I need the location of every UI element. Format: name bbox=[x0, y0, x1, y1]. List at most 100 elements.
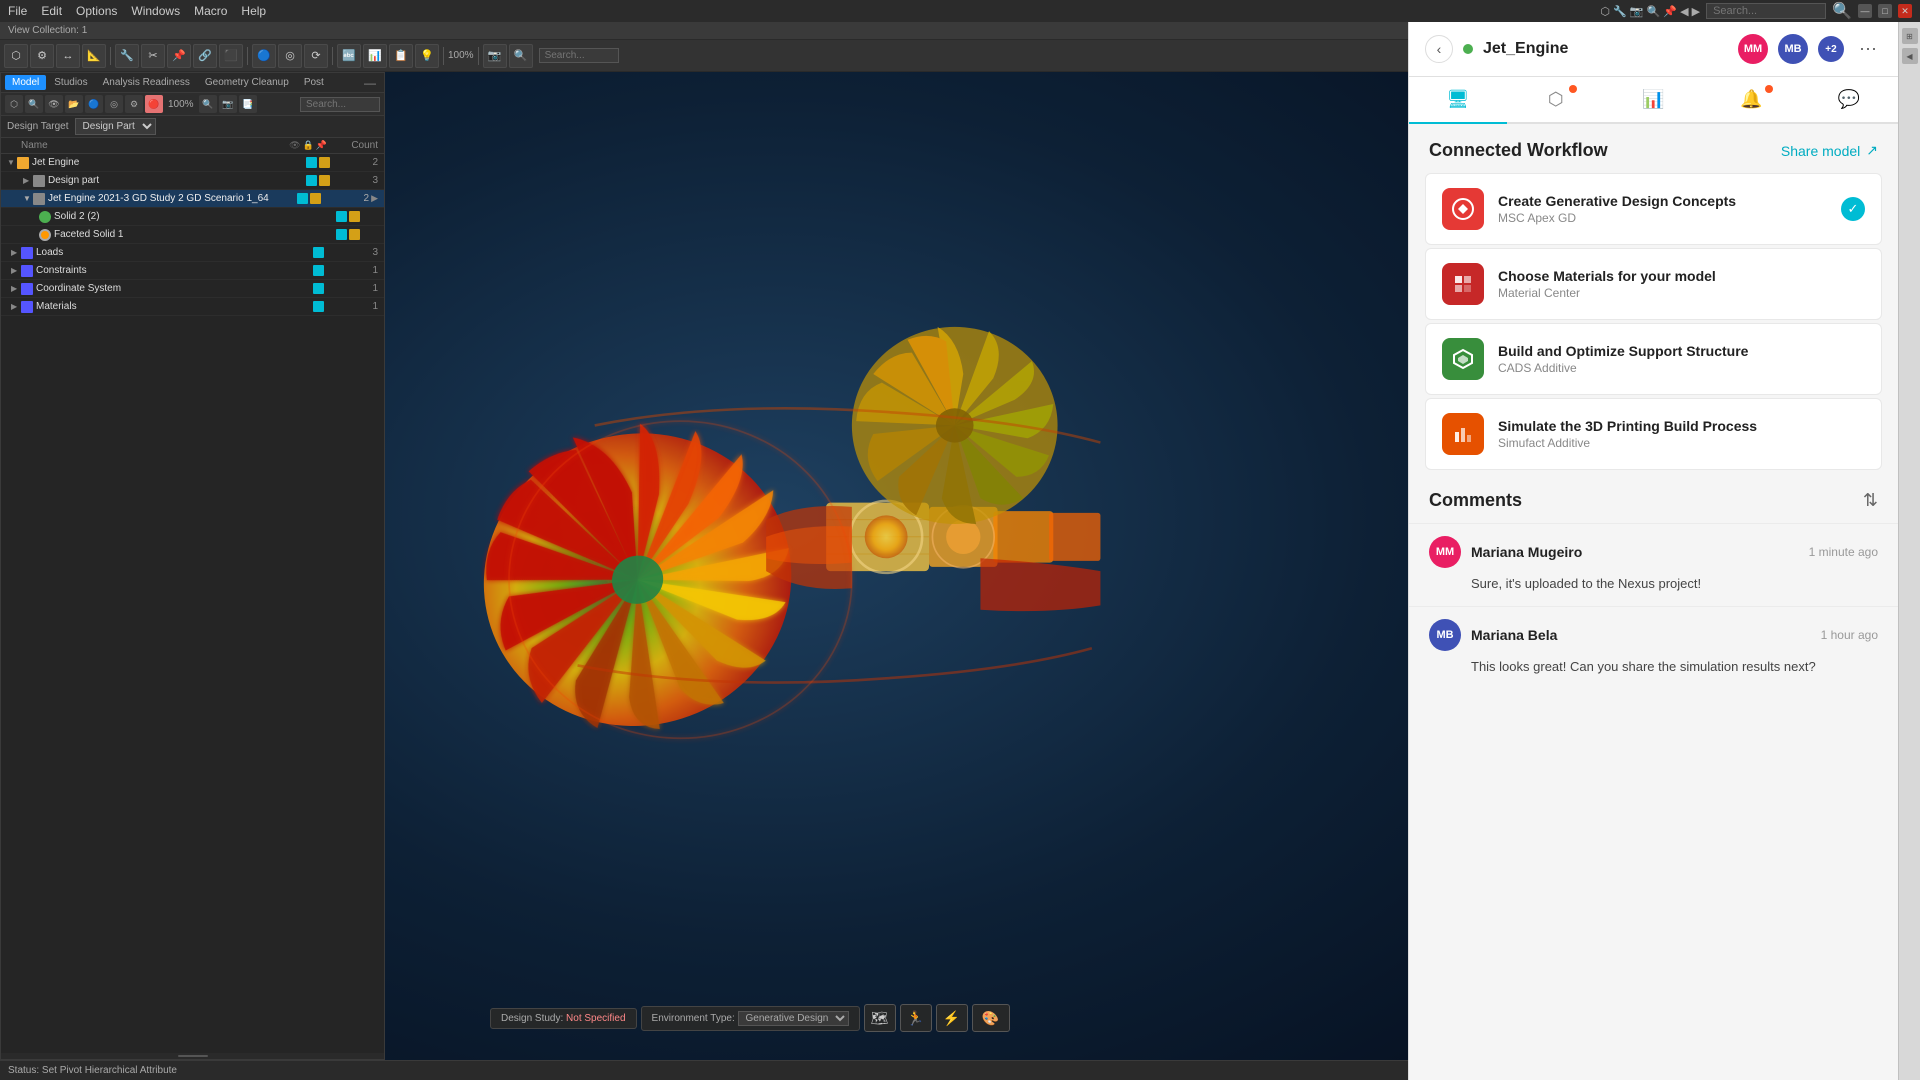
zoom-level: 100% bbox=[448, 50, 474, 61]
comment-avatar-mb[interactable]: MB bbox=[1429, 619, 1461, 651]
expand-arrow[interactable]: ▼ bbox=[23, 194, 33, 203]
sort-button[interactable]: ⇅ bbox=[1863, 490, 1878, 511]
toolbar-sep-3 bbox=[332, 47, 333, 65]
workflow-card-mc[interactable]: Choose Materials for your model Material… bbox=[1425, 248, 1882, 320]
menu-options[interactable]: Options bbox=[76, 4, 117, 18]
search-input[interactable] bbox=[1706, 3, 1826, 19]
tree-row[interactable]: Faceted Solid 1 bbox=[1, 226, 384, 244]
tab-geometry[interactable]: Geometry Cleanup bbox=[198, 75, 296, 90]
toolbar-icon-10[interactable]: 🔵 bbox=[252, 44, 276, 68]
bottom-icon-btn-1[interactable]: 🗺 bbox=[864, 1004, 896, 1032]
toolbar-icon-11[interactable]: ◎ bbox=[278, 44, 302, 68]
expand-arrow[interactable]: ▶ bbox=[11, 284, 21, 293]
toolbar-icon-16[interactable]: 💡 bbox=[415, 44, 439, 68]
tab-grid[interactable]: ⬡ bbox=[1507, 77, 1605, 122]
toolbar-icon-12[interactable]: ⟳ bbox=[304, 44, 328, 68]
tree-tool-8[interactable]: 🔴 bbox=[145, 95, 163, 113]
expand-arrow[interactable]: ▶ bbox=[11, 302, 21, 311]
design-target-select[interactable]: Design Part bbox=[75, 118, 156, 135]
toolbar-icon-4[interactable]: 📐 bbox=[82, 44, 106, 68]
toolbar-icon-15[interactable]: 📋 bbox=[389, 44, 413, 68]
tree-count: 3 bbox=[348, 247, 378, 258]
tree-tool-layers[interactable]: 📑 bbox=[239, 95, 257, 113]
tree-close-btn[interactable]: — bbox=[360, 76, 380, 90]
tab-studios[interactable]: Studios bbox=[47, 75, 94, 90]
toolbar-icon-14[interactable]: 📊 bbox=[363, 44, 387, 68]
tree-tool-3[interactable]: 👁 bbox=[45, 95, 63, 113]
toolbar-icon-6[interactable]: ✂ bbox=[141, 44, 165, 68]
avatar-mb[interactable]: MB bbox=[1778, 34, 1808, 64]
comment-avatar-mm[interactable]: MM bbox=[1429, 536, 1461, 568]
toolbar-icon-13[interactable]: 🔤 bbox=[337, 44, 361, 68]
tree-resize-handle[interactable] bbox=[1, 1053, 384, 1059]
comment-text-1: Sure, it's uploaded to the Nexus project… bbox=[1471, 574, 1878, 594]
tree-toolbar: ⬡ 🔍 👁 📂 🔵 ◎ ⚙ 🔴 100% 🔍 📷 📑 bbox=[1, 93, 384, 116]
display-tab-icon: 🖥 bbox=[1446, 89, 1469, 110]
tab-post[interactable]: Post bbox=[297, 75, 331, 90]
tree-row[interactable]: ▶ Constraints 1 bbox=[1, 262, 384, 280]
tab-model[interactable]: Model bbox=[5, 75, 46, 90]
toolbar-icon-3[interactable]: ↔ bbox=[56, 44, 80, 68]
toolbar-icon-5[interactable]: 🔧 bbox=[115, 44, 139, 68]
expand-arrow[interactable]: ▼ bbox=[7, 158, 17, 167]
tab-analysis[interactable]: Analysis Readiness bbox=[96, 75, 197, 90]
expand-arrow[interactable]: ▶ bbox=[11, 266, 21, 275]
back-button[interactable]: ‹ bbox=[1425, 35, 1453, 63]
toolbar-icon-18[interactable]: 🔍 bbox=[509, 44, 533, 68]
tree-tool-7[interactable]: ⚙ bbox=[125, 95, 143, 113]
share-model-button[interactable]: Share model ↗ bbox=[1781, 142, 1878, 159]
avatar-mm[interactable]: MM bbox=[1738, 34, 1768, 64]
workflow-card-gd[interactable]: Create Generative Design Concepts MSC Ap… bbox=[1425, 173, 1882, 245]
tree-tool-camera[interactable]: 📷 bbox=[219, 95, 237, 113]
win-minimize[interactable]: — bbox=[1858, 4, 1872, 18]
bottom-icon-btn-4[interactable]: 🎨 bbox=[972, 1004, 1010, 1032]
tree-tool-zoom[interactable]: 🔍 bbox=[199, 95, 217, 113]
tab-bell[interactable]: 🔔 bbox=[1702, 77, 1800, 122]
bottom-icon-btn-2[interactable]: 🏃 bbox=[900, 1004, 932, 1032]
tree-row[interactable]: ▶ Loads 3 bbox=[1, 244, 384, 262]
tree-row[interactable]: Solid 2 (2) bbox=[1, 208, 384, 226]
menu-help[interactable]: Help bbox=[241, 4, 266, 18]
tree-tool-2[interactable]: 🔍 bbox=[25, 95, 43, 113]
env-type-select[interactable]: Generative Design bbox=[738, 1011, 849, 1026]
workflow-card-sa[interactable]: Simulate the 3D Printing Build Process S… bbox=[1425, 398, 1882, 470]
tree-tool-5[interactable]: 🔵 bbox=[85, 95, 103, 113]
rsb-icon-1[interactable]: ⊞ bbox=[1902, 28, 1918, 44]
rsb-icon-2[interactable]: ◀ bbox=[1902, 48, 1918, 64]
search-icon[interactable]: 🔍 bbox=[1832, 1, 1852, 21]
toolbar-icon-8[interactable]: 🔗 bbox=[193, 44, 217, 68]
tab-chat[interactable]: 💬 bbox=[1800, 77, 1898, 122]
tree-node-label: Jet Engine 2021-3 GD Study 2 GD Scenario… bbox=[48, 193, 279, 204]
search-toolbar-input[interactable] bbox=[539, 48, 619, 63]
tree-row[interactable]: ▶ Coordinate System 1 bbox=[1, 280, 384, 298]
comment-time-1: 1 minute ago bbox=[1809, 545, 1878, 559]
toolbar-icon-7[interactable]: 📌 bbox=[167, 44, 191, 68]
tab-display[interactable]: 🖥 bbox=[1409, 77, 1507, 124]
expand-arrow[interactable]: ▶ bbox=[11, 248, 21, 257]
menu-macro[interactable]: Macro bbox=[194, 4, 227, 18]
tree-tool-1[interactable]: ⬡ bbox=[5, 95, 23, 113]
toolbar-icon-1[interactable]: ⬡ bbox=[4, 44, 28, 68]
tree-row[interactable]: ▶ Design part 3 bbox=[1, 172, 384, 190]
win-maximize[interactable]: □ bbox=[1878, 4, 1892, 18]
plus-badge[interactable]: +2 bbox=[1818, 36, 1844, 62]
workflow-card-ca[interactable]: Build and Optimize Support Structure CAD… bbox=[1425, 323, 1882, 395]
win-close[interactable]: ✕ bbox=[1898, 4, 1912, 18]
tree-tool-6[interactable]: ◎ bbox=[105, 95, 123, 113]
bottom-icon-btn-3[interactable]: ⚡ bbox=[936, 1004, 968, 1032]
tree-row[interactable]: ▼ Jet Engine 2 bbox=[1, 154, 384, 172]
menu-file[interactable]: File bbox=[8, 4, 27, 18]
tree-tool-4[interactable]: 📂 bbox=[65, 95, 83, 113]
wf-title-gd: Create Generative Design Concepts bbox=[1498, 193, 1827, 209]
tree-row[interactable]: ▶ Materials 1 bbox=[1, 298, 384, 316]
menu-windows[interactable]: Windows bbox=[131, 4, 180, 18]
tree-row-selected[interactable]: ▼ Jet Engine 2021-3 GD Study 2 GD Scenar… bbox=[1, 190, 384, 208]
tree-search-input[interactable] bbox=[300, 97, 380, 112]
menu-edit[interactable]: Edit bbox=[41, 4, 62, 18]
more-menu-button[interactable]: ⋯ bbox=[1854, 35, 1882, 63]
expand-arrow[interactable]: ▶ bbox=[23, 176, 33, 185]
tab-chart[interactable]: 📊 bbox=[1605, 77, 1703, 122]
toolbar-icon-9[interactable]: ⬛ bbox=[219, 44, 243, 68]
toolbar-icon-17[interactable]: 📷 bbox=[483, 44, 507, 68]
toolbar-icon-2[interactable]: ⚙ bbox=[30, 44, 54, 68]
